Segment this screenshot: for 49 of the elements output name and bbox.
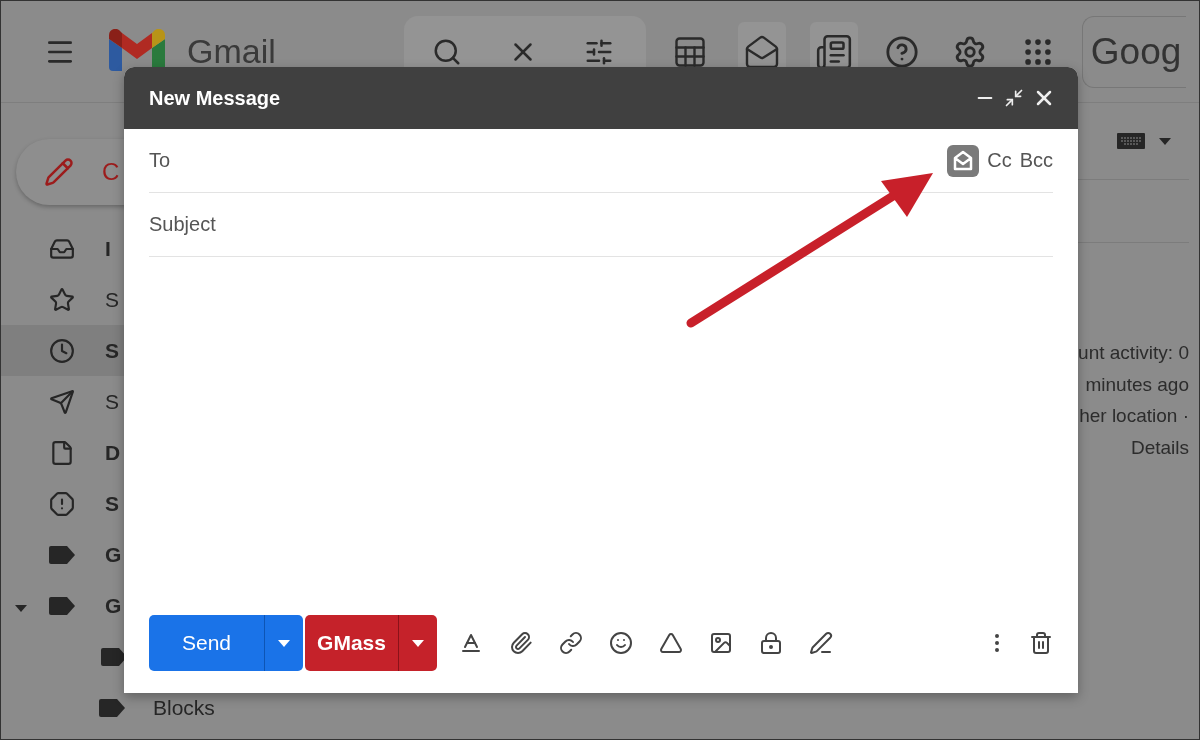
pen-icon[interactable] — [809, 631, 833, 655]
alert-icon — [49, 490, 75, 517]
gmass-options-button[interactable] — [398, 615, 437, 671]
gmass-button[interactable]: GMass — [305, 615, 398, 671]
app-name: Gmail — [187, 32, 276, 71]
exit-fullscreen-icon[interactable] — [1004, 88, 1024, 108]
sidebar-item[interactable]: D — [105, 440, 121, 465]
send-options-button[interactable] — [264, 615, 303, 671]
paperclip-icon[interactable] — [509, 631, 533, 655]
caret-icon — [412, 639, 424, 647]
cc-link[interactable]: Cc — [987, 149, 1012, 172]
activity-text: Details — [1130, 435, 1189, 460]
sidebar-item[interactable]: S — [105, 389, 119, 414]
send-icon — [49, 388, 75, 415]
sidebar-item[interactable]: S — [105, 491, 119, 516]
sidebar-item[interactable]: G — [105, 593, 122, 618]
label-icon — [99, 698, 125, 717]
label-icon — [49, 596, 75, 615]
lock-icon[interactable] — [759, 631, 783, 655]
sidebar-item[interactable]: Blocks — [153, 695, 215, 720]
image-icon[interactable] — [709, 631, 733, 655]
sidebar-item[interactable]: S — [105, 338, 119, 363]
caret-icon — [278, 639, 290, 647]
bcc-link[interactable]: Bcc — [1019, 149, 1053, 172]
label-icon — [101, 647, 127, 666]
activity-text: minutes ago — [1085, 372, 1189, 397]
sidebar-item[interactable]: I — [105, 236, 111, 261]
account-button[interactable]: Goog — [1081, 15, 1186, 88]
help-icon[interactable] — [884, 34, 919, 69]
text-format-icon[interactable] — [459, 631, 483, 655]
file-icon — [49, 439, 75, 466]
pencil-icon — [44, 157, 74, 187]
activity-text: unt activity: 0 — [1078, 341, 1189, 365]
activity-text: her location · — [1079, 404, 1189, 428]
gmail-logo — [109, 28, 165, 71]
window-title: New Message — [149, 86, 282, 110]
smile-icon[interactable] — [609, 631, 633, 655]
subject-field[interactable]: Subject — [149, 213, 1053, 236]
sidebar-item[interactable]: G — [105, 542, 122, 567]
send-button[interactable]: Send — [149, 615, 264, 671]
label-icon — [49, 545, 75, 564]
caret-icon — [1159, 137, 1171, 145]
clock-icon — [49, 337, 75, 364]
trash-icon[interactable] — [1029, 631, 1053, 655]
star-icon — [49, 286, 75, 313]
envelope-icon[interactable] — [743, 33, 780, 70]
expand-caret-icon[interactable] — [15, 604, 27, 612]
link-icon[interactable] — [559, 631, 583, 655]
sidebar-item[interactable]: S — [105, 287, 119, 312]
